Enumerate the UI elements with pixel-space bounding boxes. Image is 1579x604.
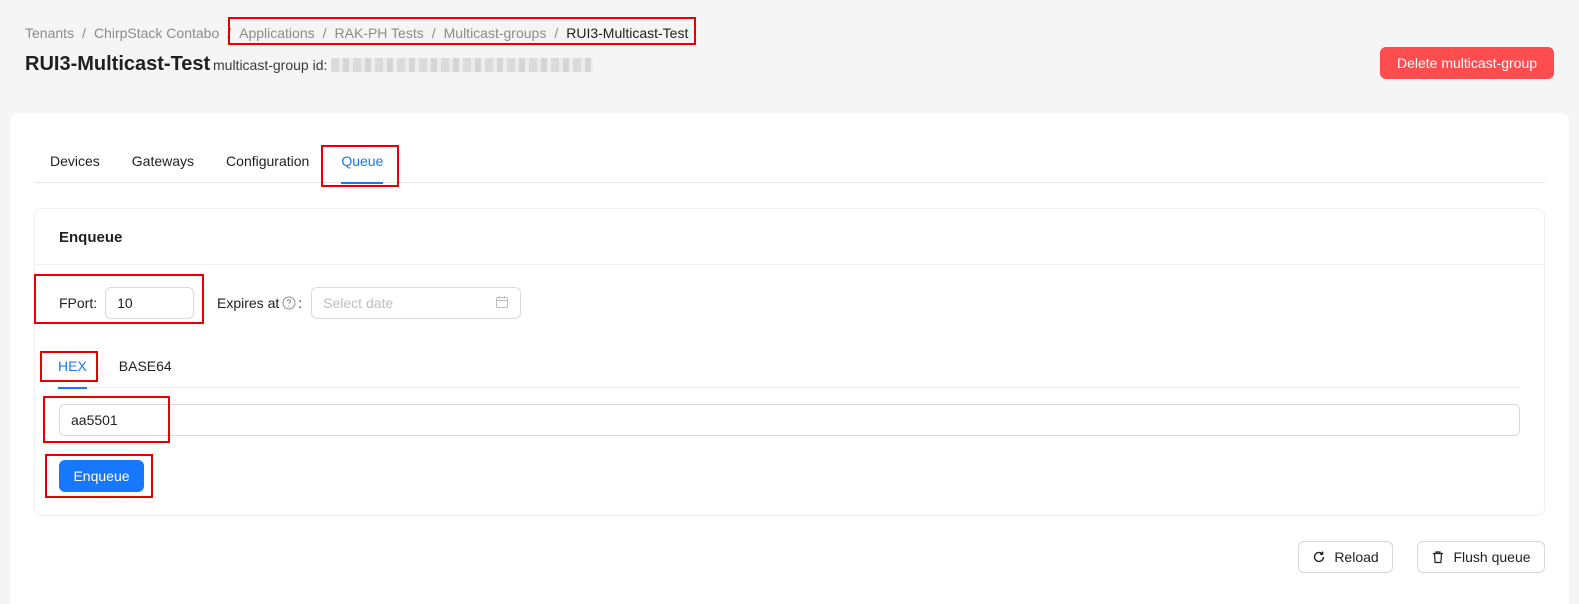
- page-title: RUI3-Multicast-Test: [25, 53, 211, 75]
- fport-field: FPort:: [59, 287, 195, 319]
- expires-label: Expires at: [217, 295, 280, 311]
- tab-gateways[interactable]: Gateways: [132, 147, 194, 183]
- group-tabs: Devices Gateways Configuration Queue: [34, 147, 1545, 184]
- breadcrumb-current: RUI3-Multicast-Test: [566, 25, 689, 41]
- tab-configuration[interactable]: Configuration: [226, 147, 309, 183]
- tab-queue[interactable]: Queue: [341, 147, 384, 184]
- fport-label: FPort: [59, 295, 94, 311]
- breadcrumb-tenant[interactable]: ChirpStack Contabo: [94, 25, 219, 41]
- question-circle-icon[interactable]: [282, 296, 296, 310]
- breadcrumb-separator: /: [431, 25, 436, 41]
- page-header: Tenants / ChirpStack Contabo / Applicati…: [0, 0, 1579, 112]
- group-id-value-redacted: [331, 58, 594, 72]
- tab-hex[interactable]: HEX: [58, 352, 87, 389]
- tab-devices[interactable]: Devices: [50, 147, 100, 183]
- enqueue-button[interactable]: Enqueue: [59, 460, 144, 492]
- breadcrumb-separator: /: [322, 25, 327, 41]
- breadcrumb-separator: /: [82, 25, 86, 41]
- breadcrumb-multicast-groups[interactable]: Multicast-groups: [444, 25, 547, 41]
- reload-label: Reload: [1334, 549, 1379, 565]
- fport-input[interactable]: [105, 287, 195, 319]
- tab-base64[interactable]: BASE64: [119, 352, 172, 388]
- flush-queue-button[interactable]: Flush queue: [1417, 541, 1545, 573]
- reload-button[interactable]: Reload: [1298, 541, 1393, 573]
- expires-field: Expires at :: [217, 287, 522, 319]
- multicast-group-id: multicast-group id:: [213, 57, 594, 73]
- breadcrumb-tenants[interactable]: Tenants: [25, 25, 74, 41]
- trash-icon: [1433, 551, 1444, 564]
- flush-queue-label: Flush queue: [1453, 549, 1531, 565]
- expires-date-input[interactable]: [311, 287, 522, 319]
- encoding-tabs: HEX BASE64: [58, 352, 1520, 389]
- breadcrumb-applications[interactable]: Applications: [239, 25, 315, 41]
- date-picker[interactable]: [311, 287, 522, 319]
- breadcrumb-separator: /: [554, 25, 559, 41]
- expires-label-colon: :: [298, 295, 303, 311]
- fport-label-colon: :: [93, 295, 98, 311]
- delete-multicast-group-button[interactable]: Delete multicast-group: [1380, 47, 1554, 79]
- breadcrumb: Tenants / ChirpStack Contabo / Applicati…: [25, 25, 688, 41]
- calendar-icon: [496, 296, 509, 308]
- enqueue-card-title: Enqueue: [35, 209, 1544, 265]
- reload-icon: [1314, 551, 1325, 563]
- payload-input[interactable]: [59, 404, 1520, 436]
- breadcrumb-application[interactable]: RAK-PH Tests: [335, 25, 424, 41]
- breadcrumb-separator: /: [227, 25, 232, 41]
- group-id-label: multicast-group id:: [213, 57, 328, 73]
